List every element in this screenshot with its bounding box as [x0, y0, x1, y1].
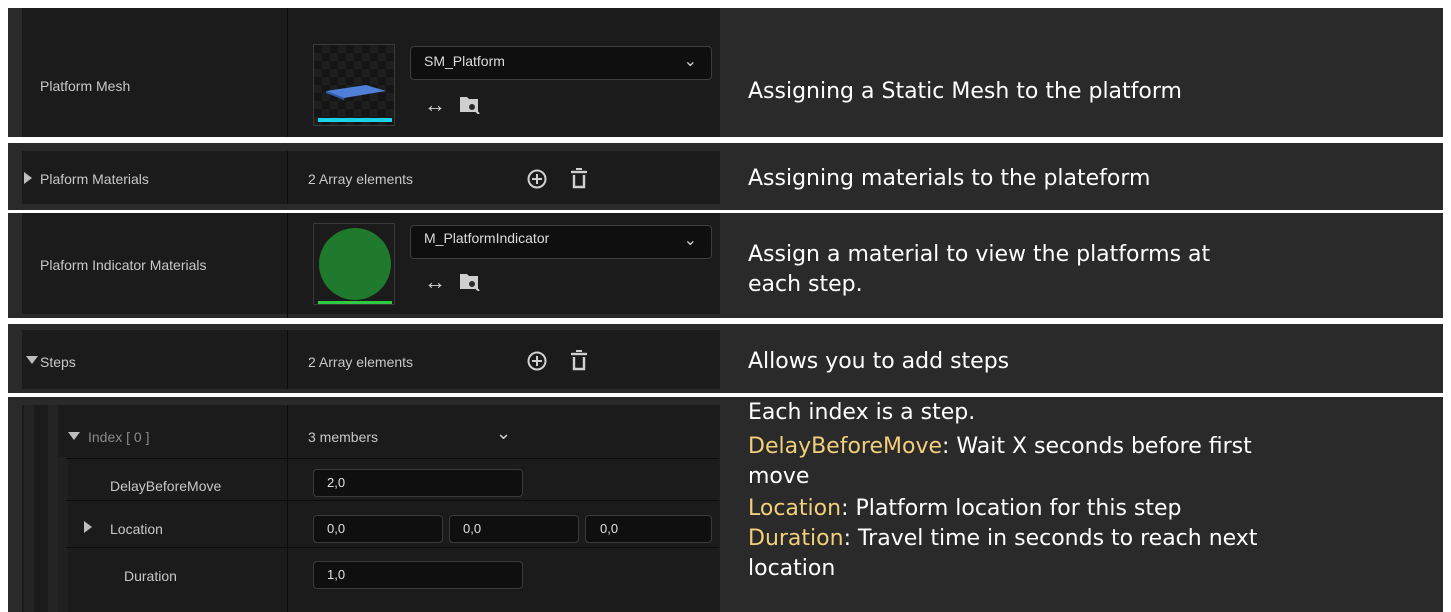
explanation-location: Location: Platform location for this ste… [748, 495, 1182, 523]
use-selected-asset-icon[interactable]: ↔ [424, 92, 446, 118]
screenshot-frame: Platform Mesh SM_Platform ⌄ ↔ Assigning … [0, 0, 1451, 612]
expand-arrow-icon[interactable] [84, 521, 92, 533]
platform-mesh-label: Platform Mesh [40, 78, 131, 94]
steps-description: Allows you to add steps [748, 349, 1010, 374]
chevron-down-icon: ⌄ [683, 232, 697, 249]
indicator-materials-label: Plaform Indicator Materials [40, 257, 207, 273]
duration-key: Duration [748, 526, 844, 551]
column-divider [287, 213, 288, 318]
material-thumbnail[interactable] [313, 223, 395, 305]
platform-mesh-description: Assigning a Static Mesh to the platform [748, 79, 1182, 104]
indent-bar [48, 405, 58, 612]
duration-label: Duration [124, 568, 177, 584]
column-divider [287, 330, 288, 389]
indent-bar [24, 405, 34, 612]
material-asset-dropdown[interactable]: M_PlatformIndicator ⌄ [410, 225, 712, 259]
delay-before-move-label: DelayBeforeMove [110, 478, 222, 494]
use-selected-asset-icon[interactable]: ↔ [424, 269, 446, 295]
duration-input[interactable]: 1,0 [313, 561, 523, 589]
explanation-duration: Duration: Travel time in seconds to reac… [748, 525, 1257, 553]
platform-mesh-preview-icon [318, 85, 392, 122]
explanation-delay-cont: move [748, 464, 810, 489]
column-divider [287, 405, 288, 612]
chevron-down-icon: ⌄ [683, 53, 697, 70]
platform-mesh-row: Platform Mesh SM_Platform ⌄ ↔ Assigning … [8, 8, 1443, 140]
location-x-input[interactable]: 0,0 [313, 515, 443, 543]
collapse-arrow-icon[interactable] [26, 356, 38, 364]
explanation-line1: Each index is a step. [748, 400, 976, 425]
explanation-duration-cont: location [748, 556, 836, 581]
delay-before-move-value: 2,0 [327, 475, 346, 490]
location-y-input[interactable]: 0,0 [449, 515, 579, 543]
array-element-count: 2 Array elements [308, 171, 414, 187]
delay-before-move-text: : Wait X seconds before first [942, 434, 1252, 459]
add-element-icon[interactable] [526, 350, 548, 372]
platform-materials-row: Plaform Materials 2 Array elements Assig… [8, 143, 1443, 213]
location-y-value: 0,0 [463, 521, 482, 536]
location-z-value: 0,0 [600, 521, 619, 536]
location-x-value: 0,0 [327, 521, 346, 536]
location-label: Location [110, 521, 163, 537]
column-divider [287, 151, 288, 204]
platform-materials-label: Plaform Materials [40, 171, 149, 187]
location-text: : Platform location for this step [841, 496, 1182, 521]
trash-icon[interactable] [568, 167, 590, 191]
members-count: 3 members [308, 429, 379, 445]
mesh-asset-name: SM_Platform [424, 53, 505, 69]
indent-bar [58, 457, 68, 612]
add-element-icon[interactable] [526, 168, 548, 190]
mesh-asset-dropdown[interactable]: SM_Platform ⌄ [410, 46, 712, 80]
material-asset-name: M_PlatformIndicator [424, 230, 550, 246]
location-z-input[interactable]: 0,0 [585, 515, 712, 543]
indicator-materials-row: Plaform Indicator Materials M_PlatformIn… [8, 213, 1443, 321]
delay-before-move-key: DelayBeforeMove [748, 434, 943, 459]
duration-text: : Travel time in seconds to reach next [843, 526, 1258, 551]
steps-label: Steps [40, 354, 76, 370]
indicator-materials-description-line2: each step. [748, 272, 863, 297]
expand-arrow-icon[interactable] [24, 172, 32, 184]
duration-value: 1,0 [327, 567, 346, 582]
indicator-materials-description-line1: Assign a material to view the platforms … [748, 242, 1211, 267]
explanation-delay: DelayBeforeMove: Wait X seconds before f… [748, 433, 1252, 461]
location-key: Location [748, 496, 842, 521]
array-element-count: 2 Array elements [308, 354, 414, 370]
trash-icon[interactable] [568, 349, 590, 373]
browse-asset-icon[interactable] [458, 271, 480, 291]
static-mesh-thumbnail[interactable] [313, 44, 395, 126]
platform-materials-description: Assigning materials to the plateform [748, 166, 1151, 191]
index-label: Index [ 0 ] [88, 429, 150, 445]
chevron-down-icon[interactable]: ⌄ [496, 423, 511, 444]
delay-before-move-input[interactable]: 2,0 [313, 469, 523, 497]
material-sphere-icon [314, 224, 394, 304]
browse-asset-icon[interactable] [458, 94, 480, 114]
column-divider [287, 8, 288, 137]
index-row: Index [ 0 ] 3 members ⌄ DelayBeforeMove … [8, 397, 1443, 612]
steps-row: Steps 2 Array elements Allows you to add… [8, 324, 1443, 396]
collapse-arrow-icon[interactable] [68, 432, 80, 440]
